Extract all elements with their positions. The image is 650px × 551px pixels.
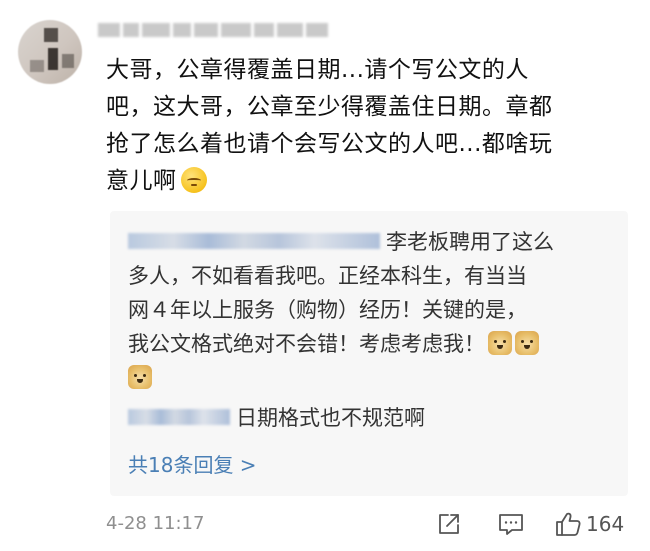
like-count: 164	[586, 512, 625, 536]
reply-box[interactable]: 李老板聘用了这么多人，不如看看我吧。正经本科生，有当当 网４年以上服务（购物）经…	[110, 211, 628, 496]
comment-icon	[499, 514, 523, 535]
thumbs-up-icon	[556, 512, 581, 536]
reply-item: 李老板聘用了这么多人，不如看看我吧。正经本科生，有当当 网４年以上服务（购物）经…	[128, 225, 608, 395]
comment-text: 大哥，公章得覆盖日期...请个写公文的人 吧，这大哥，公章至少得覆盖住日期。章都…	[106, 52, 611, 200]
avatar[interactable]	[18, 20, 82, 84]
share-icon	[439, 514, 459, 534]
more-replies-link[interactable]: 共18条回复 >	[128, 450, 257, 480]
like-button[interactable]: 164	[554, 510, 624, 538]
comment-button[interactable]	[497, 510, 525, 538]
reply-text: 多人，不如看看我吧。正经本科生，有当当 网４年以上服务（购物）经历！关键的是， …	[128, 264, 527, 356]
doge-icon	[128, 365, 152, 389]
doge-icon	[515, 331, 539, 355]
doge-icon	[488, 331, 512, 355]
comment-body: 大哥，公章得覆盖日期...请个写公文的人 吧，这大哥，公章至少得覆盖住日期。章都…	[106, 57, 553, 194]
timestamp: 4-28 11:17	[106, 513, 205, 534]
reply-username-blurred[interactable]	[128, 233, 380, 249]
share-button[interactable]	[436, 510, 462, 538]
reply-text-line1: 李老板聘用了这么	[386, 230, 554, 254]
sleepy-face-icon	[180, 167, 207, 193]
reply-text: 日期格式也不规范啊	[236, 406, 425, 430]
reply-item: 日期格式也不规范啊	[128, 401, 608, 435]
reply-username-blurred[interactable]	[128, 409, 230, 425]
username-blurred[interactable]	[98, 18, 328, 42]
